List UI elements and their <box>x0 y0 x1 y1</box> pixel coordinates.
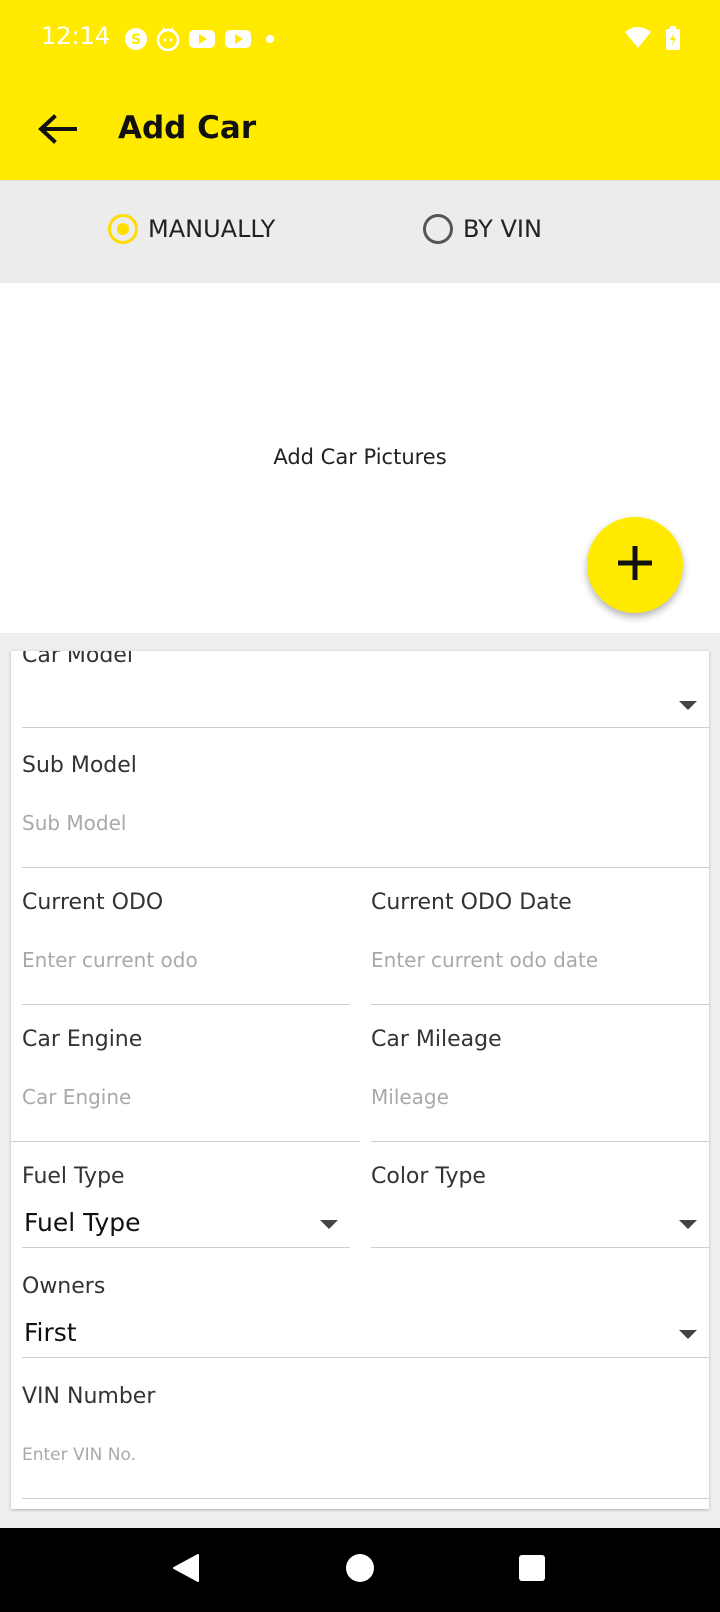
wifi-icon <box>624 26 652 54</box>
current-odo-underline <box>22 1004 350 1005</box>
owners-dropdown[interactable]: Owners First <box>22 1274 709 1364</box>
battery-charging-icon <box>666 26 680 54</box>
input-mode-selector: MANUALLY BY VIN <box>0 180 720 284</box>
car-mileage-underline <box>371 1141 709 1142</box>
svg-text:S: S <box>131 32 141 48</box>
fuel-type-value: Fuel Type <box>24 1208 141 1237</box>
vin-number-input[interactable] <box>22 1442 709 1468</box>
back-button[interactable] <box>32 106 82 156</box>
more-notifications-dot <box>266 35 274 43</box>
current-odo-input[interactable] <box>22 946 350 974</box>
chevron-down-icon <box>679 1220 697 1229</box>
car-mileage-input[interactable] <box>371 1083 709 1111</box>
system-navigation-bar <box>0 1528 720 1612</box>
system-icons <box>624 26 680 54</box>
color-type-underline <box>371 1247 709 1248</box>
radio-unselected-icon <box>423 214 453 244</box>
page-title: Add Car <box>118 110 257 146</box>
car-model-underline <box>22 727 709 728</box>
current-odo-date-underline <box>371 1004 709 1005</box>
back-triangle-icon <box>172 1553 200 1587</box>
color-type-dropdown[interactable]: Color Type <box>371 1164 709 1254</box>
radio-by-vin[interactable]: BY VIN <box>423 214 542 244</box>
current-odo-field: Current ODO <box>22 890 350 1006</box>
owners-underline <box>22 1357 709 1358</box>
sub-model-underline <box>22 867 709 868</box>
radio-by-vin-label: BY VIN <box>463 215 542 243</box>
sub-model-field: Sub Model <box>22 753 709 869</box>
skype-icon: S <box>124 27 148 51</box>
vin-number-field: VIN Number <box>22 1384 709 1500</box>
radio-manually[interactable]: MANUALLY <box>108 214 275 244</box>
add-picture-button[interactable] <box>587 517 683 613</box>
sub-model-input[interactable] <box>22 809 709 837</box>
youtube-icon <box>224 27 252 51</box>
youtube-icon <box>188 27 216 51</box>
car-engine-field: Car Engine <box>11 1027 360 1143</box>
current-odo-date-input[interactable] <box>371 946 709 974</box>
car-model-field[interactable]: Car Model <box>22 651 709 733</box>
home-circle-icon <box>345 1553 375 1587</box>
owners-label: Owners <box>22 1274 106 1299</box>
vin-number-label: VIN Number <box>22 1384 156 1409</box>
owners-value: First <box>24 1318 77 1347</box>
current-odo-label: Current ODO <box>22 890 164 915</box>
car-mileage-field: Car Mileage <box>371 1027 709 1143</box>
plus-icon <box>615 543 655 587</box>
current-odo-date-label: Current ODO Date <box>371 890 572 915</box>
fuel-type-dropdown[interactable]: Fuel Type Fuel Type <box>22 1164 350 1254</box>
car-engine-input[interactable] <box>22 1083 360 1111</box>
add-car-pictures-label: Add Car Pictures <box>273 445 447 469</box>
car-engine-underline <box>11 1141 360 1142</box>
arrow-left-icon <box>37 114 77 148</box>
color-type-label: Color Type <box>371 1164 486 1189</box>
chevron-down-icon <box>320 1220 338 1229</box>
chevron-down-icon <box>679 1330 697 1339</box>
app-bar: Add Car <box>0 80 720 180</box>
fuel-type-underline <box>22 1247 350 1248</box>
car-engine-label: Car Engine <box>22 1027 143 1052</box>
status-bar: 12:14 S <box>0 0 720 80</box>
car-model-label: Car Model <box>22 651 133 668</box>
radio-manually-label: MANUALLY <box>148 215 276 243</box>
car-details-form: Car Model Sub Model Current ODO Current … <box>11 651 709 1509</box>
car-mileage-label: Car Mileage <box>371 1027 502 1052</box>
nav-home-button[interactable] <box>344 1554 376 1586</box>
status-time: 12:14 <box>41 22 111 50</box>
nav-recents-button[interactable] <box>516 1554 548 1586</box>
car-pictures-area: Add Car Pictures <box>0 283 720 633</box>
radio-selected-icon <box>108 214 138 244</box>
cat-app-icon <box>156 27 180 52</box>
current-odo-date-field: Current ODO Date <box>371 890 709 1006</box>
nav-back-button[interactable] <box>170 1554 202 1586</box>
fuel-type-label: Fuel Type <box>22 1164 125 1189</box>
sub-model-label: Sub Model <box>22 753 137 778</box>
vin-number-underline <box>22 1498 709 1499</box>
notification-icons: S <box>124 26 274 52</box>
recents-square-icon <box>518 1554 546 1586</box>
chevron-down-icon <box>679 701 697 710</box>
